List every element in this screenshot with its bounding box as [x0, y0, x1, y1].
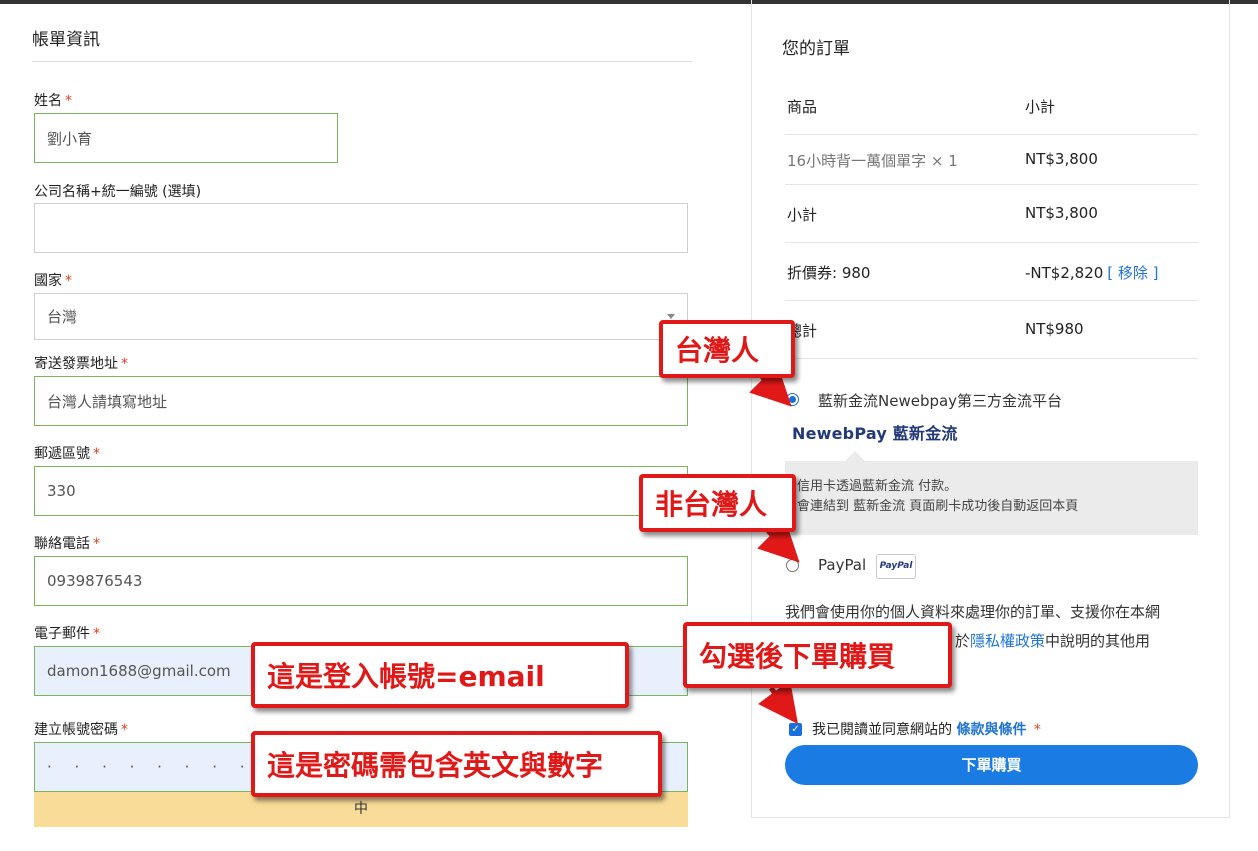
arrow-taiwan [749, 364, 792, 407]
callout-non-taiwan: 非台灣人 [639, 474, 796, 532]
callout-email-note: 這是登入帳號=email [251, 642, 629, 708]
callout-password-note: 這是密碼需包含英文與數字 [251, 731, 662, 797]
annotation-arrows [749, 364, 800, 724]
callout-taiwan: 台灣人 [659, 320, 795, 378]
arrow-checkout [758, 680, 798, 724]
arrow-non-taiwan [757, 520, 800, 563]
callout-checkout: 勾選後下單購買 [683, 622, 952, 688]
